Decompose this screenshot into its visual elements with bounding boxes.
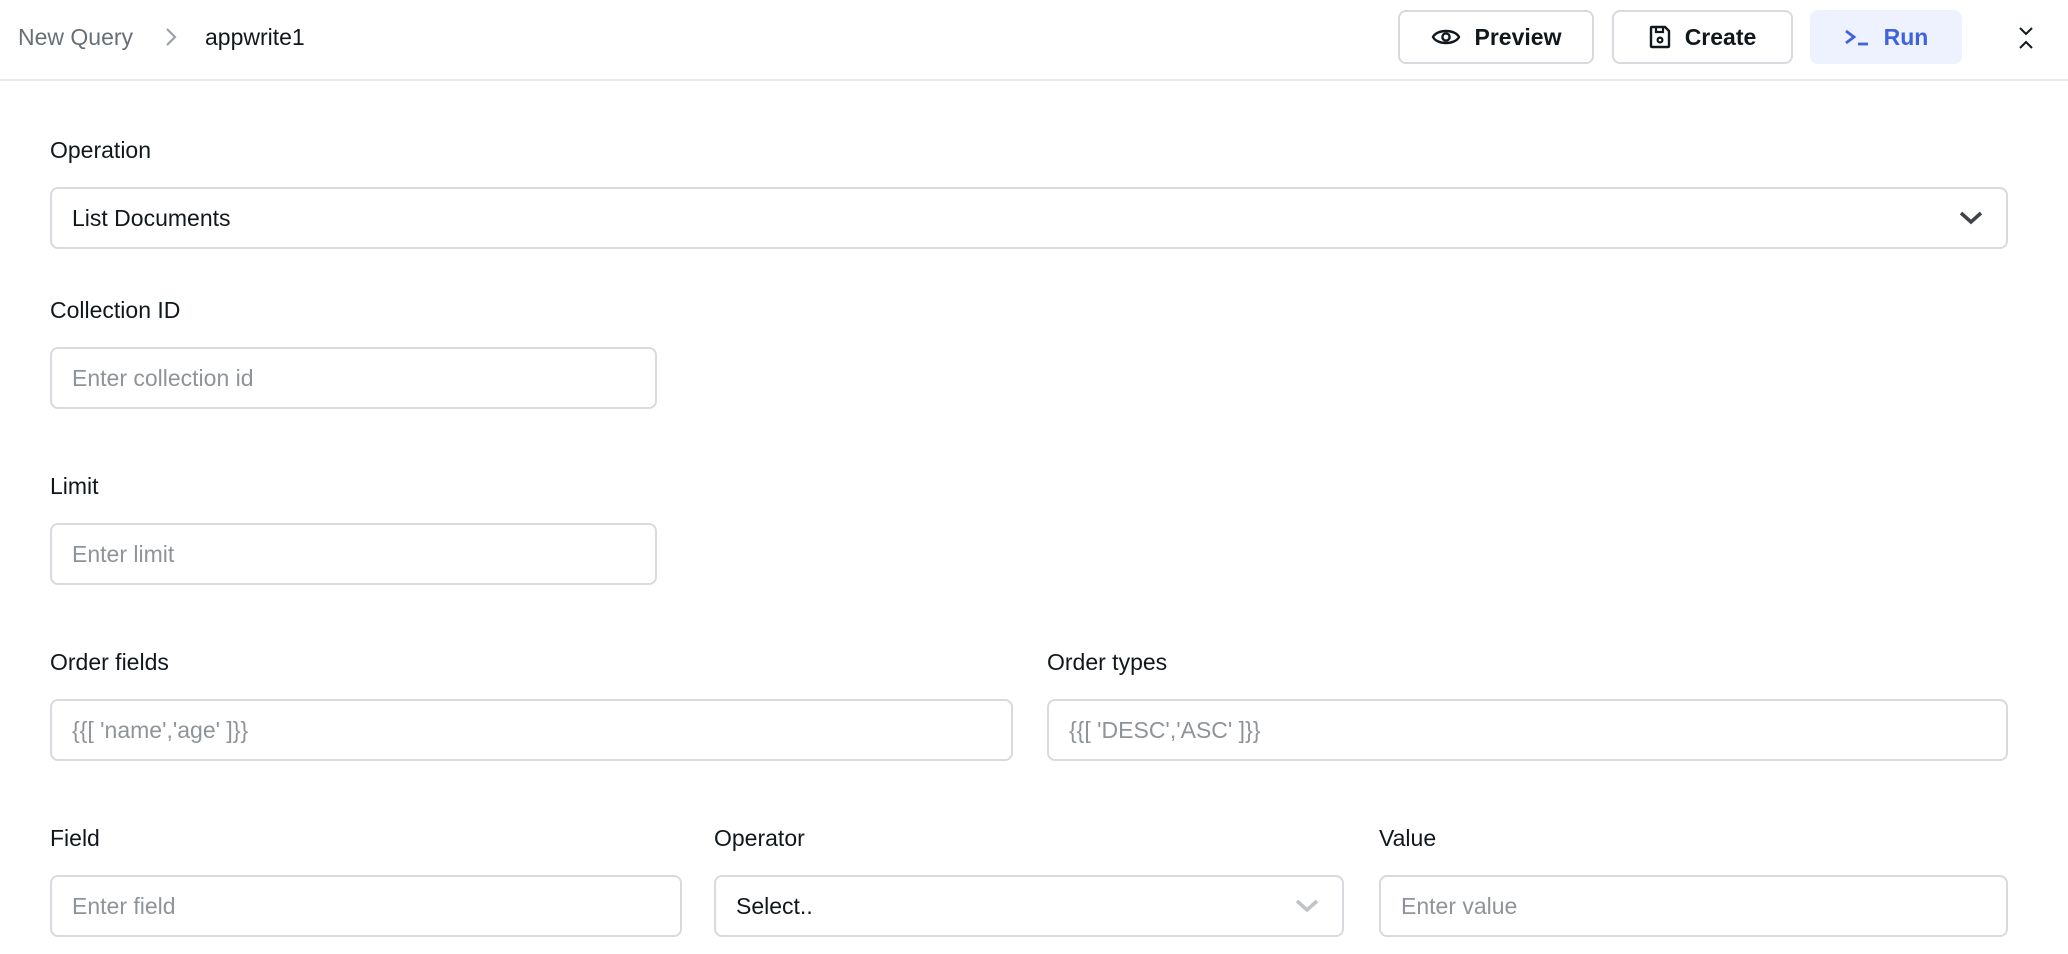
run-button[interactable]: Run (1810, 10, 1962, 64)
breadcrumb-current[interactable]: appwrite1 (205, 22, 305, 52)
operation-select[interactable]: List Documents (50, 187, 2008, 249)
preview-label: Preview (1474, 23, 1562, 50)
field-label: Field (50, 825, 100, 851)
operation-value: List Documents (72, 204, 231, 231)
run-label: Run (1883, 23, 1929, 50)
floppy-disk-icon (1649, 25, 1670, 49)
operator-value: Select.. (736, 892, 813, 919)
collection-id-input[interactable] (72, 364, 655, 392)
chevron-down-icon (1959, 211, 1983, 225)
collapse-icon[interactable] (2014, 24, 2038, 52)
order-types-input[interactable] (1069, 716, 2006, 744)
field-input[interactable] (72, 892, 680, 920)
order-fields-input[interactable] (72, 716, 1011, 744)
limit-input[interactable] (72, 540, 655, 568)
collection-id-label: Collection ID (50, 297, 181, 323)
operation-label: Operation (50, 137, 152, 163)
order-types-label: Order types (1047, 649, 1168, 675)
operator-label: Operator (714, 825, 805, 851)
value-field (1379, 875, 2008, 937)
breadcrumb-parent[interactable]: New Query (18, 22, 133, 52)
value-label: Value (1379, 825, 1437, 851)
create-button[interactable]: Create (1612, 10, 1793, 64)
limit-label: Limit (50, 473, 99, 499)
operator-select[interactable]: Select.. (714, 875, 1344, 937)
order-types-field (1047, 699, 2008, 761)
eye-icon (1431, 29, 1460, 45)
limit-field (50, 523, 657, 585)
terminal-icon (1844, 29, 1868, 46)
chevron-down-icon (1295, 899, 1319, 913)
preview-button[interactable]: Preview (1398, 10, 1594, 64)
field-field (50, 875, 682, 937)
order-fields-label: Order fields (50, 649, 169, 675)
order-fields-field (50, 699, 1013, 761)
query-header: New Query appwrite1 Preview Create Run (0, 0, 2068, 81)
collection-id-field (50, 347, 657, 409)
value-input[interactable] (1401, 892, 2006, 920)
create-label: Create (1684, 23, 1757, 50)
chevron-right-icon (166, 28, 177, 46)
